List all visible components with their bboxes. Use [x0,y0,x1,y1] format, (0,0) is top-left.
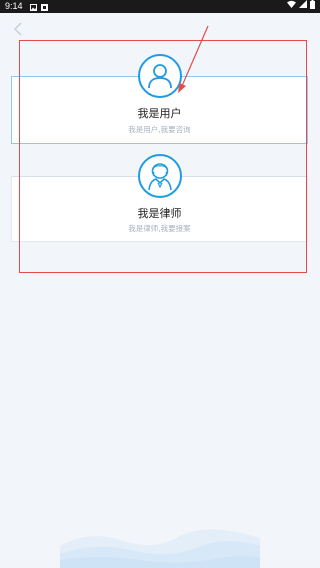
image-icon [29,3,37,11]
signal-icon [299,0,307,13]
role-title-user: 我是用户 [137,107,182,120]
role-select-screen: 9:14 我是用户 我是用户,我要咨询 我是律师 我是律师,我要接案 [0,0,320,568]
status-right [287,0,315,13]
status-bar: 9:14 [0,0,320,13]
chevron-left-icon [13,21,23,40]
role-title-lawyer: 我是律师 [137,207,182,220]
role-subtitle-lawyer: 我是律师,我要接案 [128,224,191,233]
status-left: 9:14 [5,0,52,13]
status-time: 9:14 [5,1,23,11]
user-icon [138,54,182,98]
notification-icon [40,3,48,11]
wave-decoration [60,529,260,568]
wifi-icon [287,0,296,13]
role-subtitle-user: 我是用户,我要咨询 [128,125,191,134]
back-button[interactable] [10,21,26,39]
lawyer-icon [138,154,182,198]
battery-icon [310,0,315,14]
